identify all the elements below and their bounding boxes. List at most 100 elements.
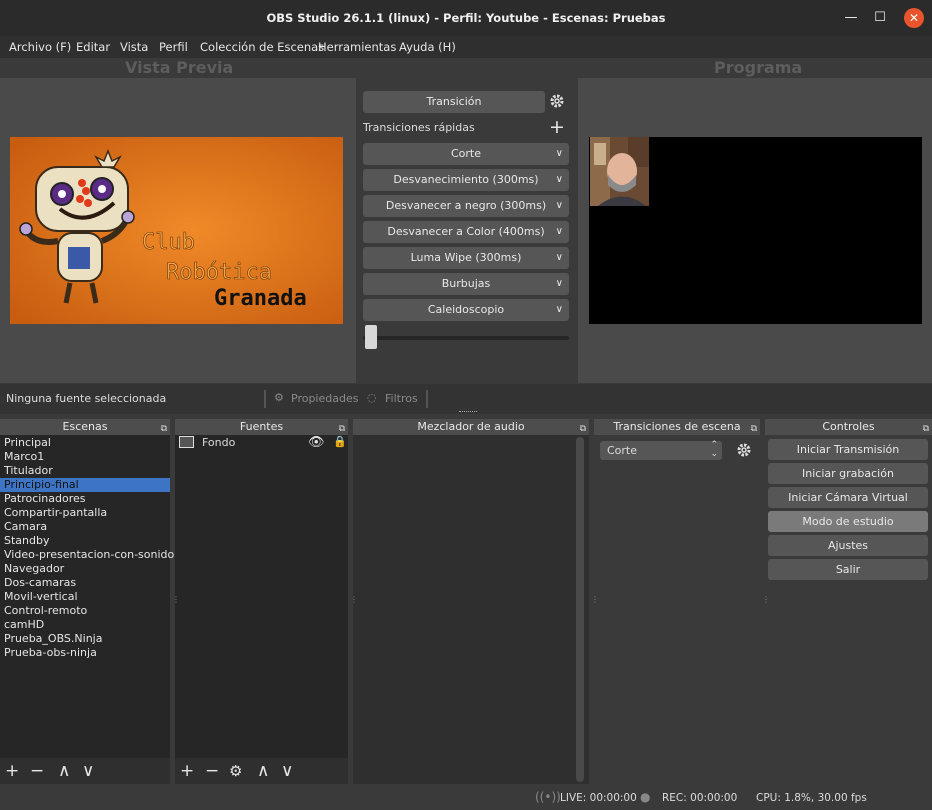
scenes-toolbar: + − ∧ ∨ [0,758,170,784]
add-source-icon[interactable]: + [180,761,194,781]
scene-item[interactable]: Prueba-obs-ninja [0,646,170,660]
source-toolbar: Ninguna fuente seleccionada ⚙ Propiedade… [0,384,932,414]
divider [426,390,428,408]
lock-icon[interactable]: 🔒 [333,435,347,448]
menu-ayuda[interactable]: Ayuda (H) [399,40,456,54]
scene-item[interactable]: camHD [0,618,170,632]
filters-icon: ◌ [367,391,377,404]
chevron-down-icon: ∨ [555,200,563,211]
mixer-title-text: Mezclador de audio [417,420,525,433]
dock-resize-handle[interactable]: ⋮ [762,595,770,604]
controls-dock-title: Controles ⧉ [765,419,932,435]
start-recording-button[interactable]: Iniciar grabación [768,463,928,484]
transition-button[interactable]: Transición [363,91,545,113]
quick-transition-burbujas[interactable]: Burbujas ∨ [363,273,569,295]
program-canvas[interactable] [589,137,922,324]
quick-transition-label: Desvanecimiento (300ms) [393,173,539,186]
dock-resize-handle[interactable]: ⋮ [172,595,180,604]
preview-canvas[interactable]: Club Robótica Granada [10,137,343,324]
scene-transition-settings-gear-icon[interactable] [736,442,752,461]
quick-transition-corte[interactable]: Corte ∨ [363,143,569,165]
settings-button[interactable]: Ajustes [768,535,928,556]
transition-slider-track[interactable] [363,336,569,340]
move-down-icon[interactable]: ∨ [82,761,94,781]
scene-item[interactable]: Dos-camaras [0,576,170,590]
logo-text-club: Club [142,230,195,255]
scene-item[interactable]: Control-remoto [0,604,170,618]
preview-area[interactable]: Club Robótica Granada [0,78,356,383]
mixer-scrollbar[interactable] [576,437,584,782]
scene-item[interactable]: Marco1 [0,450,170,464]
scene-item[interactable]: Principio-final [0,478,170,492]
menu-vista[interactable]: Vista [120,40,148,54]
robot-logo-image: Club Robótica Granada [10,137,343,324]
maximize-icon[interactable]: ☐ [870,8,890,28]
close-icon[interactable]: ✕ [904,8,924,28]
menu-herramientas[interactable]: Herramientas [318,40,396,54]
minimize-icon[interactable]: — [841,8,861,28]
quick-transition-desvanecer-negro[interactable]: Desvanecer a negro (300ms) ∨ [363,195,569,217]
remove-scene-icon[interactable]: − [30,761,44,781]
menu-archivo[interactable]: Archivo (F) [9,40,71,54]
quick-transition-label: Luma Wipe (300ms) [410,251,522,264]
float-dock-icon[interactable]: ⧉ [923,421,929,437]
scene-transition-select[interactable]: Corte ⌃ ⌄ [600,441,722,460]
remove-source-icon[interactable]: − [205,761,219,781]
move-up-icon[interactable]: ∧ [58,761,70,781]
scene-item[interactable]: Prueba_OBS.Ninja [0,632,170,646]
visibility-eye-icon[interactable]: 👁 [308,435,325,450]
quick-transition-luma-wipe[interactable]: Luma Wipe (300ms) ∨ [363,247,569,269]
source-properties-gear-icon[interactable]: ⚙ [229,762,242,780]
scene-item[interactable]: Video-presentacion-con-sonido [0,548,174,562]
dock-resize-handle[interactable]: ⋮ [350,595,358,604]
quick-transition-label: Caleidoscopio [427,303,505,316]
quick-transition-caleidoscopio[interactable]: Caleidoscopio ∨ [363,299,569,321]
program-area[interactable] [578,78,932,383]
sources-dock-title: Fuentes ⧉ [175,419,348,435]
quick-transition-desvanecer-color[interactable]: Desvanecer a Color (400ms) ∨ [363,221,569,243]
properties-button[interactable]: Propiedades [291,392,358,405]
transition-slider-handle[interactable] [365,325,377,349]
sources-list: Fondo 👁 🔒 [175,435,348,758]
controls-title-text: Controles [822,420,875,433]
scene-item[interactable]: Patrocinadores [0,492,170,506]
scene-item[interactable]: Movil-vertical [0,590,170,604]
scene-item[interactable]: Navegador [0,562,170,576]
studio-mode-button[interactable]: Modo de estudio [768,511,928,532]
menu-coleccion-escenas[interactable]: Colección de Escenas [200,40,324,54]
quick-transition-label: Desvanecer a negro (300ms) [385,199,547,212]
sources-title-text: Fuentes [239,420,284,433]
splitter-handle[interactable] [459,411,477,413]
quick-transition-desvanecimiento[interactable]: Desvanecimiento (300ms) ∨ [363,169,569,191]
scene-item[interactable]: Titulador [0,464,170,478]
live-time: LIVE: 00:00:00 [560,792,637,804]
dock-resize-handle[interactable]: ⋮ [591,595,599,604]
program-label: Programa [714,58,803,77]
scene-item[interactable]: Compartir-pantalla [0,506,170,520]
cpu-fps: CPU: 1.8%, 30.00 fps [756,792,867,804]
add-scene-icon[interactable]: + [5,761,19,781]
move-up-icon[interactable]: ∧ [257,761,269,781]
webcam-image [590,137,649,206]
start-virtual-camera-button[interactable]: Iniciar Cámara Virtual [768,487,928,508]
status-bar: ((•)) LIVE: 00:00:00 ● REC: 00:00:00 CPU… [0,786,932,810]
properties-gear-icon: ⚙ [274,391,284,404]
move-down-icon[interactable]: ∨ [281,761,293,781]
mixer-dock-title: Mezclador de audio ⧉ [353,419,589,435]
exit-button[interactable]: Salir [768,559,928,580]
title-bar: OBS Studio 26.1.1 (linux) - Perfil: Yout… [0,0,932,36]
scene-item[interactable]: Standby [0,534,170,548]
source-item-fondo[interactable]: Fondo [202,436,235,449]
divider [264,390,266,408]
quick-transition-label: Burbujas [441,277,491,290]
scene-item[interactable]: Principal [0,436,170,450]
add-quick-transition-icon[interactable]: + [549,116,565,138]
preview-label: Vista Previa [125,58,234,77]
menu-perfil[interactable]: Perfil [159,40,188,54]
filters-button[interactable]: Filtros [385,392,418,405]
menu-editar[interactable]: Editar [76,40,110,54]
scene-transitions-dock-title: Transiciones de escena ⧉ [594,419,760,435]
start-streaming-button[interactable]: Iniciar Transmisión [768,439,928,460]
transition-settings-gear-icon[interactable] [549,93,565,112]
scene-item[interactable]: Camara [0,520,170,534]
